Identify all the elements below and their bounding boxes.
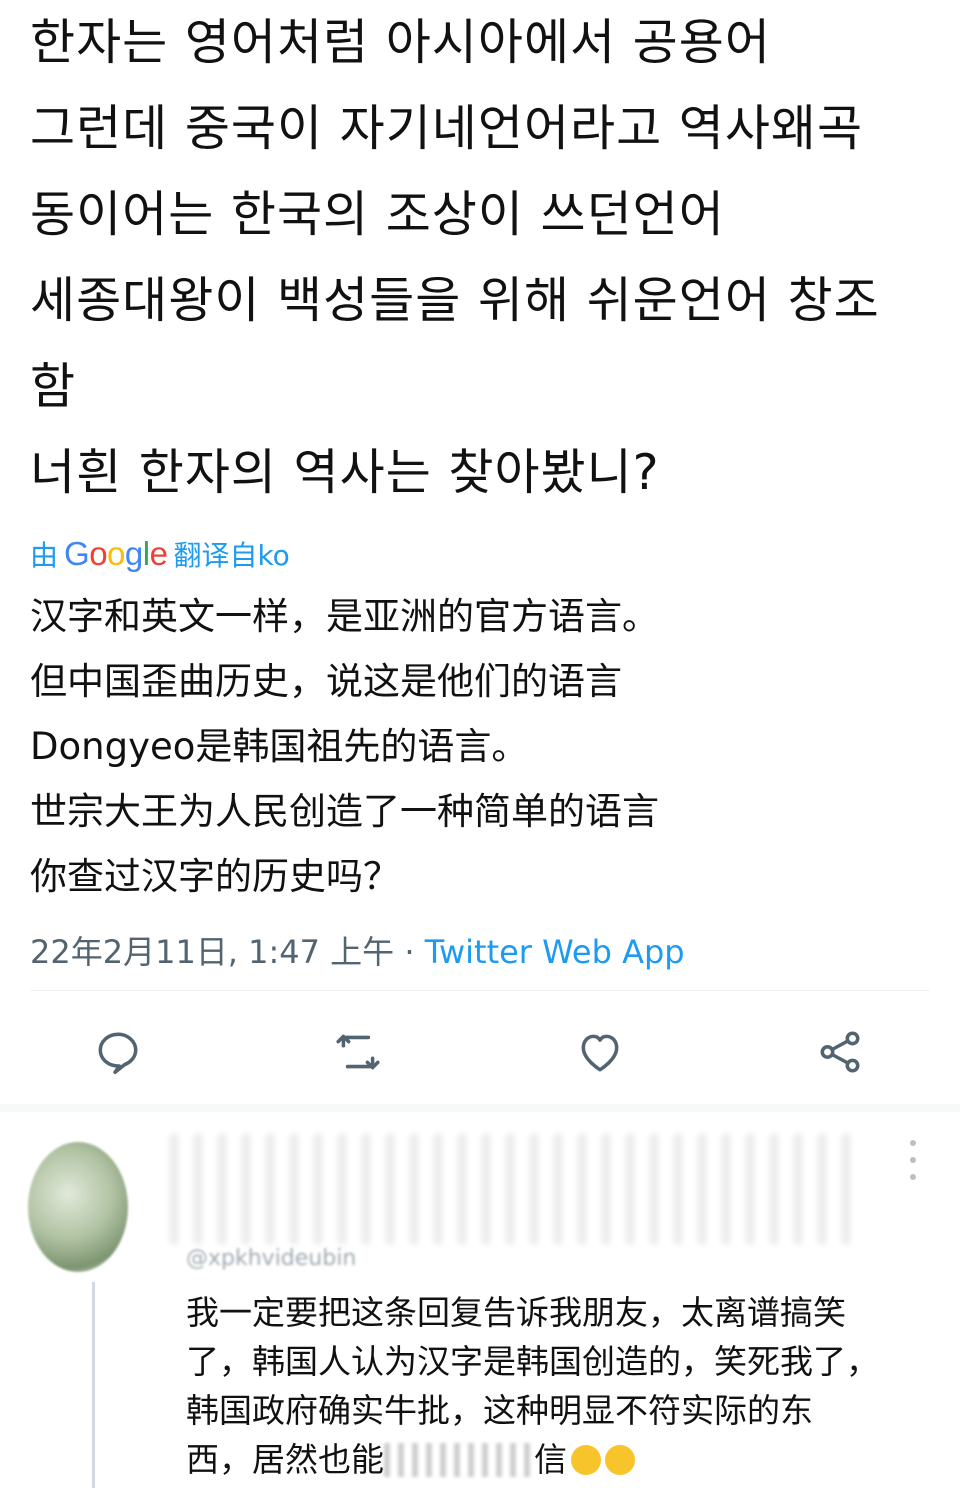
like-button[interactable] xyxy=(568,1020,632,1084)
reply-line: 我一定要把这条回复告诉我朋友，太离谱搞笑 xyxy=(186,1293,846,1332)
translation-line: Dongyeo是韩国祖先的语言。 xyxy=(30,725,529,768)
tweet-original-line: 너흰 한자의 역사는 찾아봤니? xyxy=(30,444,660,501)
tweet-original-line: 한자는 영어처럼 아시아에서 공용어 xyxy=(30,14,771,71)
reply-line-last: 西，居然也能 信 xyxy=(186,1435,926,1484)
meta-separator: · xyxy=(394,933,425,971)
reply-line-tail: 信 xyxy=(534,1440,567,1479)
tweet-original-line: 함 xyxy=(30,358,77,415)
reply-button[interactable] xyxy=(86,1020,150,1084)
translation-line: 但中国歪曲历史，说这是他们的语言 xyxy=(30,660,622,703)
translation-line: 你查过汉字的历史吗？ xyxy=(30,855,400,898)
tweet-meta: 22年2月11日, 1:47 上午 · Twitter Web App xyxy=(30,927,940,977)
retweet-icon xyxy=(336,1034,380,1070)
reply-line: 了，韩国人认为汉字是韩国创造的，笑死我了， xyxy=(186,1342,879,1381)
reply-icon xyxy=(98,1032,138,1074)
google-logo: Google xyxy=(64,535,168,572)
translation-line: 世宗大王为人民创造了一种简单的语言 xyxy=(30,790,659,833)
share-icon xyxy=(820,1031,860,1073)
watermark-overlay xyxy=(384,1443,534,1477)
reply-tweet[interactable]: @xpkhvideubin 我一定要把这条回复告诉我朋友，太离谱搞笑 了，韩国人… xyxy=(0,1112,960,1488)
tweet-timestamp[interactable]: 22年2月11日, 1:47 上午 xyxy=(30,933,394,971)
thread-line xyxy=(92,1282,95,1488)
tweet-actions xyxy=(0,1020,960,1084)
reply-header-obscured xyxy=(170,1134,850,1244)
tweet-translation: 汉字和英文一样，是亚洲的官方语言。 但中国歪曲历史，说这是他们的语言 Dongy… xyxy=(30,584,940,909)
share-button[interactable] xyxy=(808,1020,872,1084)
translated-by-google[interactable]: 由 Google 翻译自ko xyxy=(30,524,940,584)
reply-avatar[interactable] xyxy=(28,1142,128,1272)
laughing-emoji-icon xyxy=(605,1445,635,1475)
reply-line-start: 西，居然也能 xyxy=(186,1440,384,1479)
translated-by-suffix: 翻译自ko xyxy=(173,539,290,572)
tweet-source[interactable]: Twitter Web App xyxy=(425,933,685,971)
section-separator xyxy=(0,1104,960,1112)
translated-by-prefix: 由 xyxy=(30,539,59,572)
translation-line: 汉字和英文一样，是亚洲的官方语言。 xyxy=(30,595,659,638)
tweet: 한자는 영어처럼 아시아에서 공용어 그런데 중국이 자기네언어라고 역사왜곡 … xyxy=(30,0,940,977)
reply-text: 我一定要把这条回复告诉我朋友，太离谱搞笑 了，韩国人认为汉字是韩国创造的，笑死我… xyxy=(186,1288,926,1484)
tweet-original-line: 세종대왕이 백성들을 위해 쉬운언어 창조 xyxy=(30,272,880,329)
reply-to-handle[interactable]: @xpkhvideubin xyxy=(186,1246,356,1271)
tweet-original-text: 한자는 영어처럼 아시아에서 공용어 그런데 중국이 자기네언어라고 역사왜곡 … xyxy=(30,0,940,516)
more-options-icon[interactable] xyxy=(898,1140,928,1180)
tweet-original-line: 그런데 중국이 자기네언어라고 역사왜곡 xyxy=(30,100,864,157)
divider xyxy=(30,990,930,991)
reply-line: 韩国政府确实牛批，这种明显不符实际的东 xyxy=(186,1391,813,1430)
retweet-button[interactable] xyxy=(326,1020,390,1084)
laughing-emoji-icon xyxy=(571,1445,601,1475)
tweet-original-line: 동이어는 한국의 조상이 쓰던언어 xyxy=(30,186,725,243)
heart-icon xyxy=(581,1034,619,1072)
